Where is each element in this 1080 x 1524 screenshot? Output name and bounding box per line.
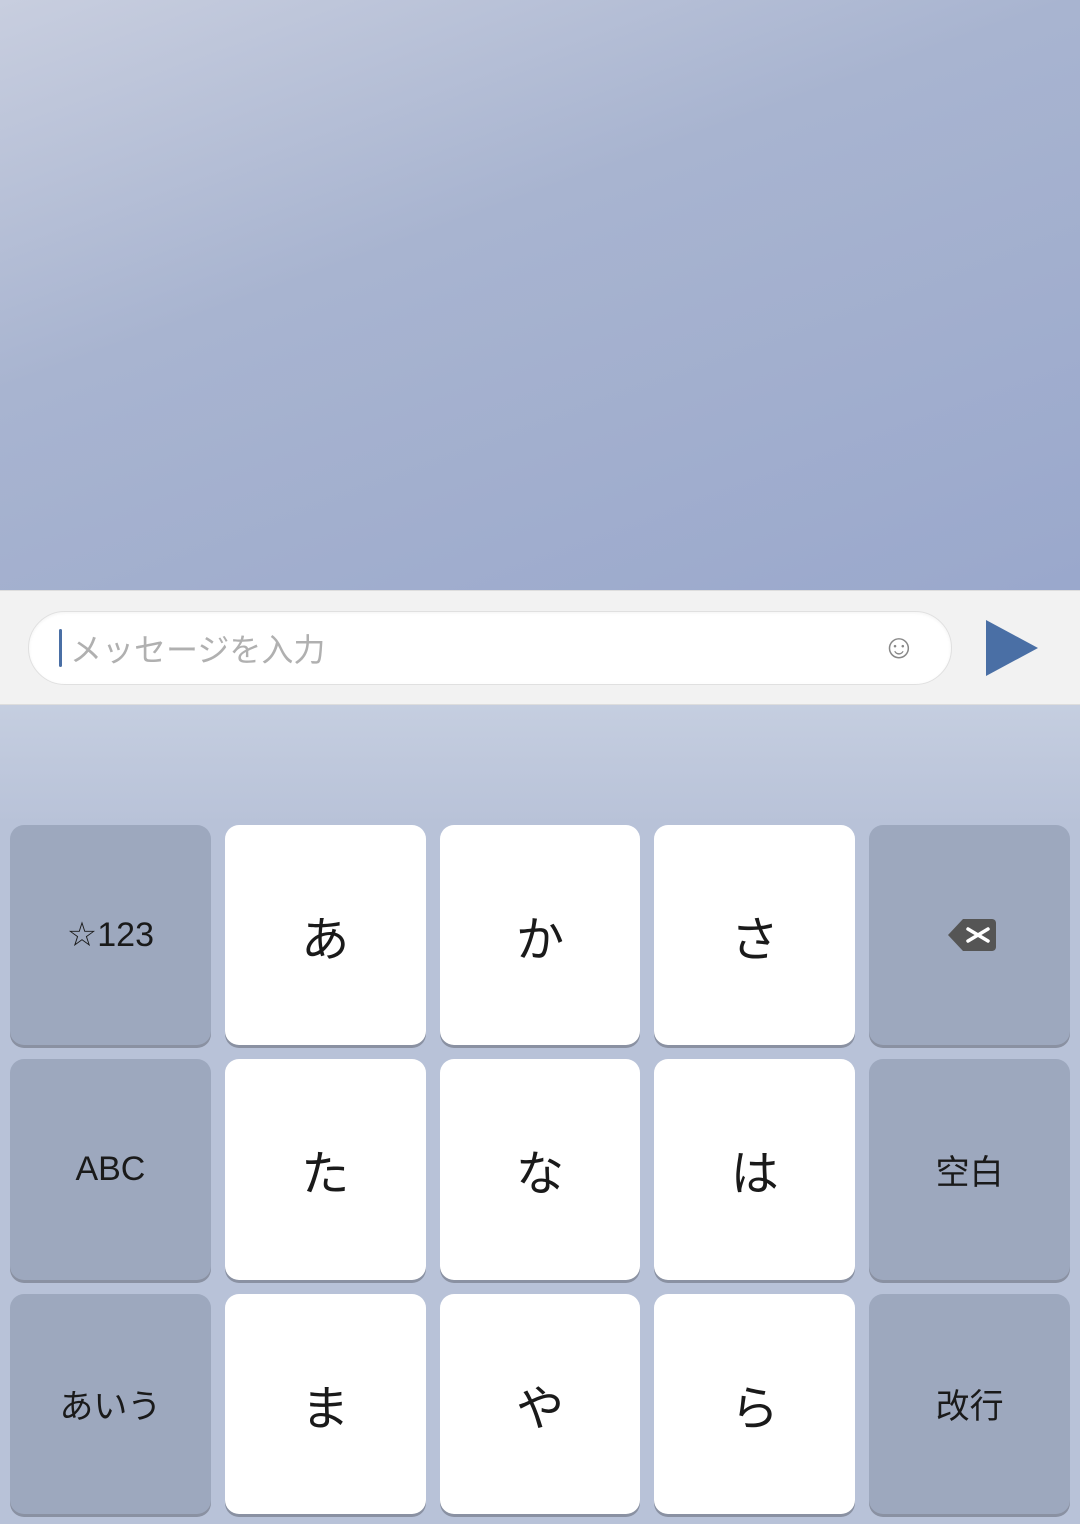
keyboard-area: ☆123 あ か さ (0, 705, 1080, 1524)
message-input-bar: メッセージを入力 ☺ (0, 590, 1080, 705)
ma-key[interactable]: ま (225, 1294, 426, 1514)
chat-background (0, 0, 1080, 590)
na-key[interactable]: な (440, 1059, 641, 1279)
suggestion-bar (0, 705, 1080, 825)
sa-key[interactable]: さ (654, 825, 855, 1045)
send-button[interactable] (972, 608, 1052, 688)
input-field-wrapper[interactable]: メッセージを入力 ☺ (28, 611, 952, 685)
abc-key[interactable]: ABC (10, 1059, 211, 1279)
a-key[interactable]: あ (225, 825, 426, 1045)
ya-key[interactable]: や (440, 1294, 641, 1514)
delete-key[interactable] (869, 825, 1070, 1045)
keyboard-rows: ☆123 あ か さ (0, 825, 1080, 1524)
input-placeholder: メッセージを入力 (70, 625, 877, 671)
ha-key[interactable]: は (654, 1059, 855, 1279)
keyboard-row-1: ☆123 あ か さ (10, 825, 1070, 1045)
ta-key[interactable]: た (225, 1059, 426, 1279)
aiu-key[interactable]: あいう (10, 1294, 211, 1514)
delete-icon (944, 915, 996, 955)
ra-key[interactable]: ら (654, 1294, 855, 1514)
keyboard-row-3: あいう ま や ら 改行 (10, 1294, 1070, 1514)
text-cursor (59, 629, 62, 667)
symbol-key[interactable]: ☆123 (10, 825, 211, 1045)
send-icon (986, 620, 1038, 676)
enter-key[interactable]: 改行 (869, 1294, 1070, 1514)
ka-key[interactable]: か (440, 825, 641, 1045)
keyboard-row-2: ABC た な は 空白 (10, 1059, 1070, 1279)
emoji-button[interactable]: ☺ (877, 626, 921, 670)
space-key[interactable]: 空白 (869, 1059, 1070, 1279)
